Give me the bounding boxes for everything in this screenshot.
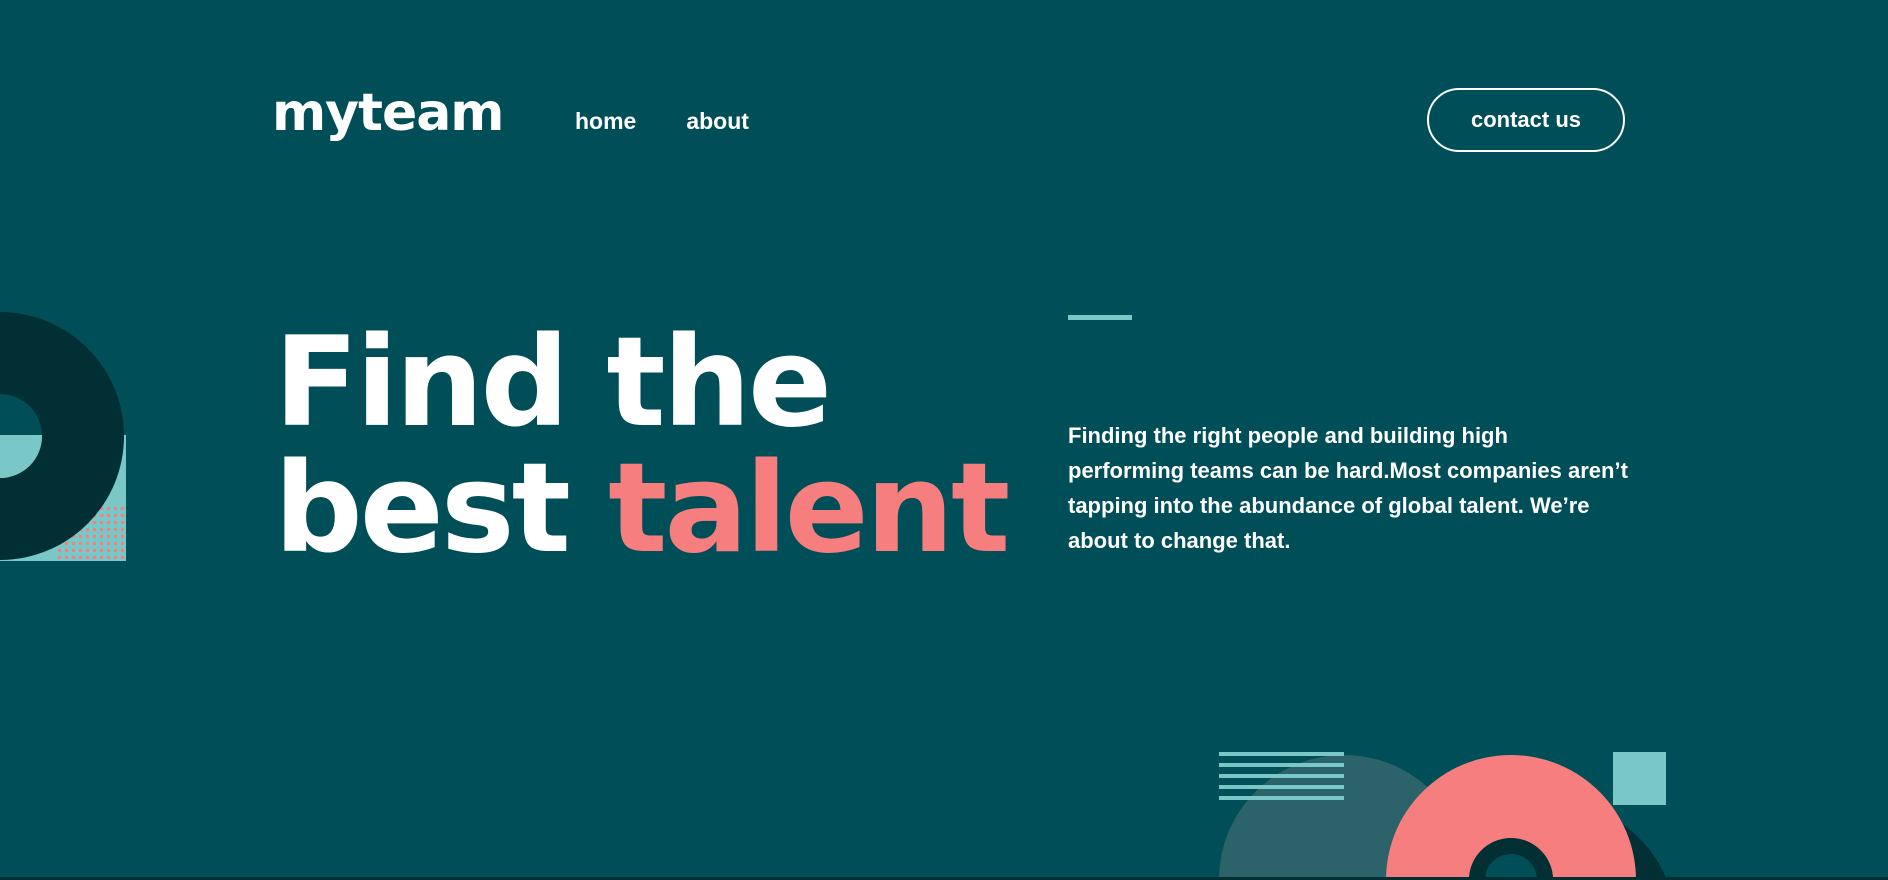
nav-link-about[interactable]: about — [686, 104, 749, 138]
nav-link-home[interactable]: home — [575, 104, 636, 138]
hero-heading: Find the best talent — [274, 320, 1010, 572]
hero-heading-line1: Find the — [274, 311, 832, 455]
hero-heading-line2: best — [274, 437, 609, 581]
left-decoration — [0, 312, 126, 561]
main-nav: home about — [575, 104, 749, 138]
landing-page: myteam home about contact us Find the be… — [0, 0, 1888, 880]
hero-heading-accent: talent — [608, 437, 1010, 581]
bottom-right-decoration — [1219, 752, 1667, 880]
site-header: myteam home about contact us — [0, 0, 1888, 240]
hero-description: Finding the right people and building hi… — [1068, 423, 1628, 553]
logo[interactable]: myteam — [272, 80, 504, 146]
teal-square-shape — [1613, 752, 1666, 805]
contact-us-button[interactable]: contact us — [1427, 88, 1625, 152]
accent-divider — [1068, 315, 1132, 320]
